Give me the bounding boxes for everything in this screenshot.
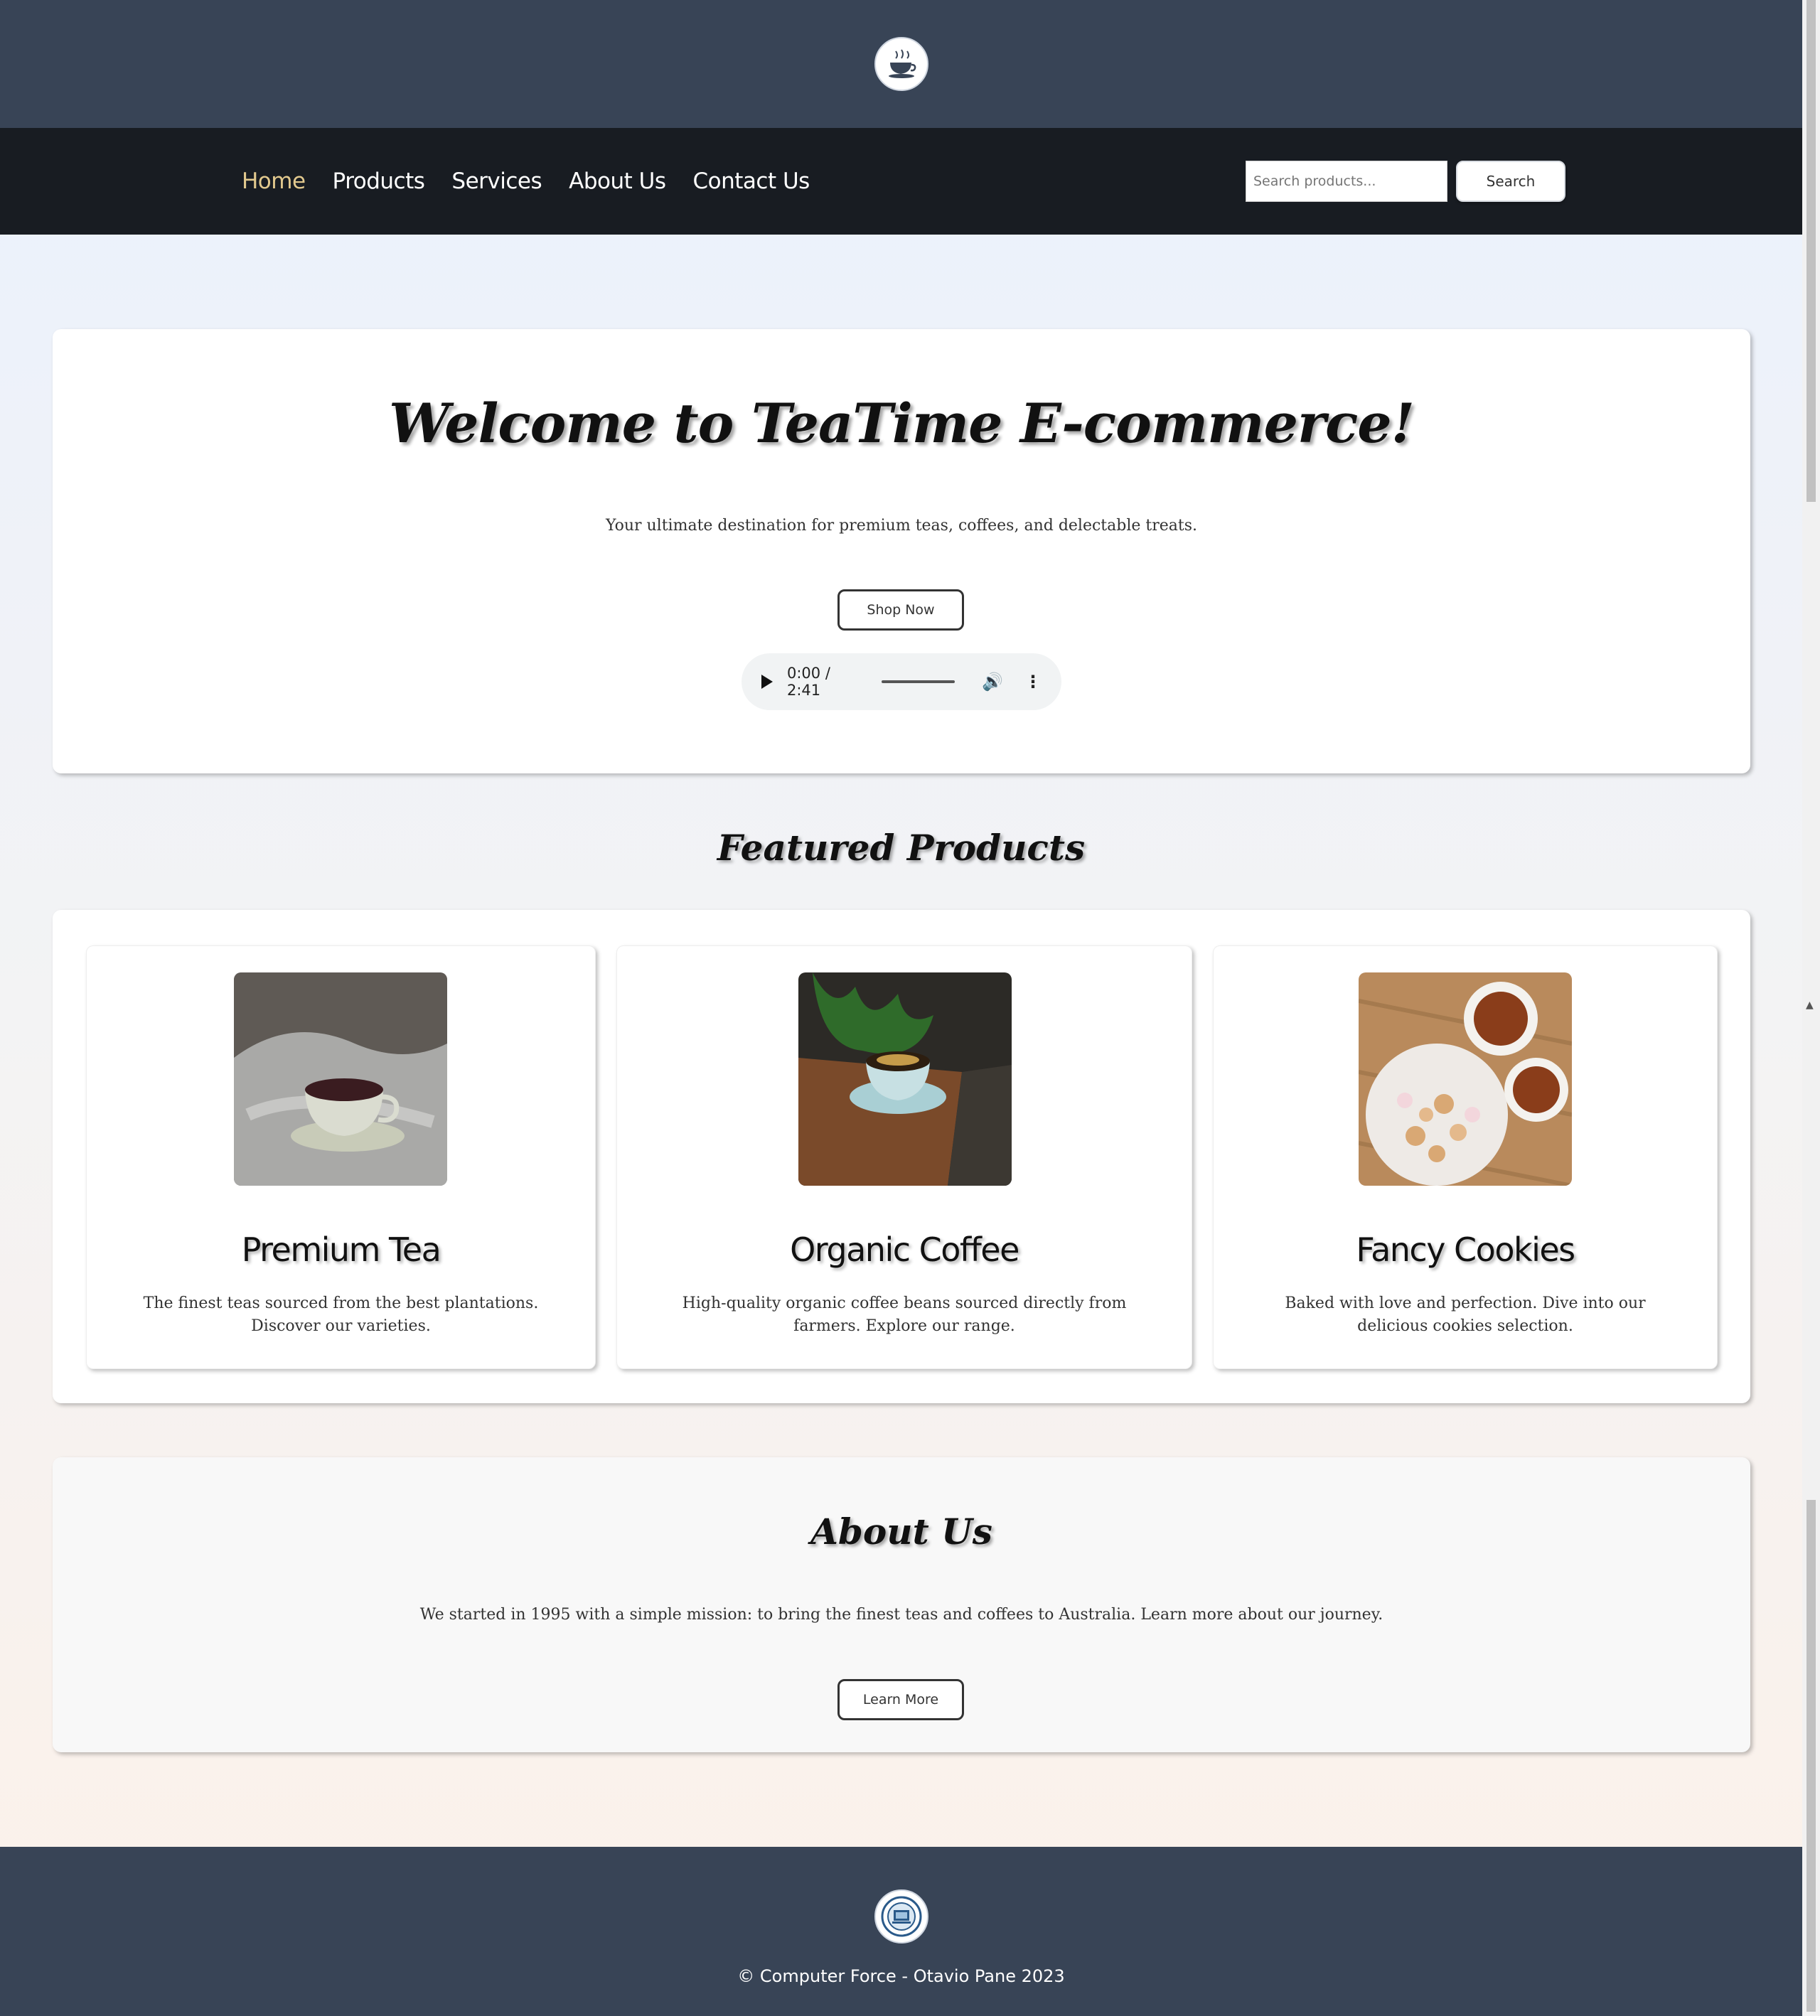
- search-button[interactable]: Search: [1456, 161, 1565, 202]
- organic-coffee-image: [798, 972, 1012, 1186]
- audio-player: 0:00 / 2:41 🔊 ⋮: [742, 653, 1061, 710]
- product-description: The finest teas sourced from the best pl…: [143, 1294, 539, 1335]
- scrollbar-thumb[interactable]: [1806, 0, 1816, 502]
- featured-title: Featured Products: [717, 827, 1086, 869]
- top-header: [0, 0, 1802, 128]
- product-name: Organic Coffee: [790, 1230, 1019, 1269]
- page-scrollbar[interactable]: ▲: [1802, 0, 1820, 2016]
- scrollbar-thumb[interactable]: [1806, 1500, 1816, 2012]
- teacup-logo-icon[interactable]: [874, 37, 928, 91]
- hero-subtitle: Your ultimate destination for premium te…: [605, 517, 1198, 535]
- search-input[interactable]: [1246, 161, 1447, 202]
- audio-progress-slider[interactable]: [881, 680, 956, 683]
- footer: © Computer Force - Otavio Pane 2023: [0, 1847, 1802, 2016]
- about-title: About Us: [810, 1511, 992, 1553]
- nav-home[interactable]: Home: [242, 168, 306, 194]
- volume-icon[interactable]: 🔊: [982, 672, 1003, 692]
- play-icon[interactable]: [761, 675, 773, 689]
- learn-more-button[interactable]: Learn More: [837, 1679, 964, 1720]
- about-card: About Us We started in 1995 with a simpl…: [53, 1457, 1750, 1752]
- hero-card: Welcome to TeaTime E-commerce! Your ulti…: [53, 329, 1750, 773]
- nav-contact-us[interactable]: Contact Us: [693, 168, 810, 194]
- about-text: We started in 1995 with a simple mission…: [419, 1606, 1383, 1624]
- nav-services[interactable]: Services: [451, 168, 542, 194]
- copyright-text: © Computer Force - Otavio Pane 2023: [737, 1966, 1065, 1986]
- page: Home Products Services About Us Contact …: [0, 0, 1802, 2016]
- product-card[interactable]: Premium Tea The finest teas sourced from…: [86, 945, 596, 1369]
- product-description: High-quality organic coffee beans source…: [682, 1294, 1127, 1335]
- product-name: Premium Tea: [241, 1230, 441, 1269]
- nav-products[interactable]: Products: [333, 168, 425, 194]
- nav-about-us[interactable]: About Us: [569, 168, 666, 194]
- nav-links: Home Products Services About Us Contact …: [242, 128, 810, 235]
- premium-tea-image: [234, 972, 447, 1186]
- featured-products-card: Premium Tea The finest teas sourced from…: [53, 910, 1750, 1403]
- shop-now-button[interactable]: Shop Now: [837, 589, 964, 631]
- hero-title: Welcome to TeaTime E-commerce!: [389, 392, 1415, 455]
- audio-time: 0:00 / 2:41: [787, 665, 830, 699]
- product-card[interactable]: Fancy Cookies Baked with love and perfec…: [1213, 945, 1718, 1369]
- scroll-up-arrow-icon[interactable]: ▲: [1806, 999, 1814, 1011]
- product-name: Fancy Cookies: [1356, 1230, 1575, 1269]
- more-options-icon[interactable]: ⋮: [1024, 672, 1042, 692]
- fancy-cookies-image: [1359, 972, 1572, 1186]
- product-card[interactable]: Organic Coffee High-quality organic coff…: [616, 945, 1192, 1369]
- computer-force-logo-icon[interactable]: [874, 1889, 928, 1943]
- product-description: Baked with love and perfection. Dive int…: [1285, 1294, 1646, 1335]
